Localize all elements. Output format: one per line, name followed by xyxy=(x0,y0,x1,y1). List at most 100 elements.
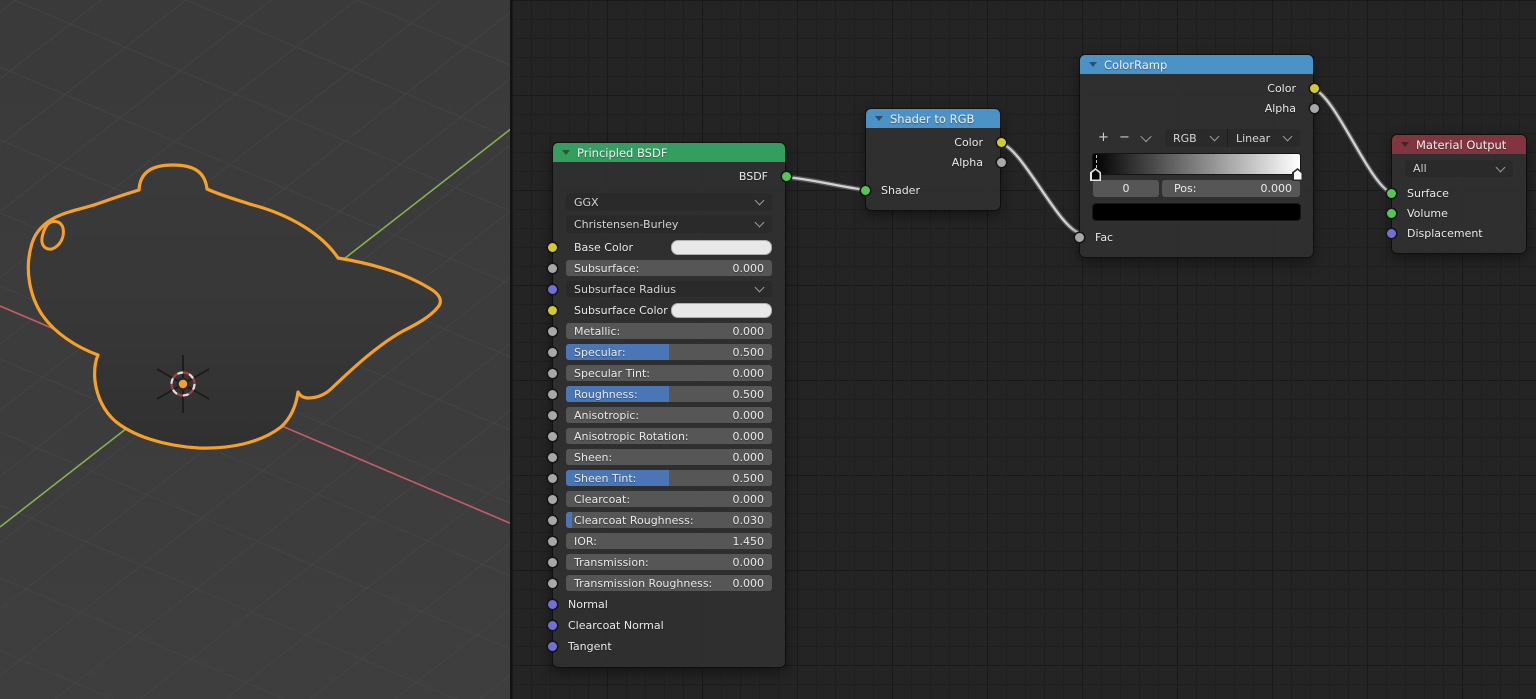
chevron-down-icon xyxy=(1210,132,1220,142)
socket-roughness[interactable] xyxy=(548,390,557,399)
socket-normal[interactable] xyxy=(548,600,557,609)
color-ramp-gradient[interactable] xyxy=(1093,154,1300,174)
slider-metallic[interactable]: Metallic:0.000 xyxy=(566,323,772,339)
node-title: Shader to RGB xyxy=(890,112,974,126)
slider-specular-tint[interactable]: Specular Tint:0.000 xyxy=(566,365,772,381)
remove-stop-button[interactable]: − xyxy=(1114,129,1135,147)
socket-volume[interactable] xyxy=(1387,209,1396,218)
node-header[interactable]: ColorRamp xyxy=(1080,55,1313,74)
socket-anisotropic-rotation[interactable] xyxy=(548,432,557,441)
label: IOR: xyxy=(566,535,733,548)
socket-shader[interactable] xyxy=(861,186,870,195)
value: 0.000 xyxy=(733,262,773,275)
slider-ior[interactable]: IOR:1.450 xyxy=(566,533,772,549)
slider-anisotropic[interactable]: Anisotropic:0.000 xyxy=(566,407,772,423)
select-ggx[interactable]: GGX xyxy=(566,193,772,211)
socket-clearcoat-roughness[interactable] xyxy=(548,516,557,525)
select-subsurface-radius[interactable]: Subsurface Radius xyxy=(566,281,772,297)
socket-subsurface[interactable] xyxy=(548,264,557,273)
socket-displacement[interactable] xyxy=(1387,229,1396,238)
socket-sheen-tint[interactable] xyxy=(548,474,557,483)
label: Tangent xyxy=(566,640,772,653)
color-subsurface-color[interactable]: Subsurface Color xyxy=(566,302,772,318)
slider-roughness[interactable]: Roughness:0.500 xyxy=(566,386,772,402)
socket-clearcoat-normal[interactable] xyxy=(548,621,557,630)
label: Sheen Tint: xyxy=(566,472,733,485)
slider-anisotropic-rotation[interactable]: Anisotropic Rotation:0.000 xyxy=(566,428,772,444)
ramp-stop-white[interactable] xyxy=(1292,168,1303,181)
node-header[interactable]: Material Output xyxy=(1392,135,1526,154)
stop-index-field[interactable]: 0 xyxy=(1093,180,1159,197)
color-base-color[interactable]: Base Color xyxy=(566,239,772,255)
plain-normal: Normal xyxy=(566,596,772,612)
socket-color[interactable] xyxy=(997,138,1006,147)
socket-ior[interactable] xyxy=(548,537,557,546)
socket-fac[interactable] xyxy=(1075,233,1084,242)
slider-clearcoat-roughness[interactable]: Clearcoat Roughness:0.030 xyxy=(566,512,772,528)
interpolation-select[interactable]: Linear xyxy=(1228,129,1300,147)
node-color-ramp[interactable]: ColorRamp ColorAlpha + − RGB Linear 0 Po… xyxy=(1080,55,1313,257)
socket-clearcoat[interactable] xyxy=(548,495,557,504)
node-shader-to-rgb[interactable]: Shader to RGB ColorAlpha Shader xyxy=(866,109,1000,210)
socket-subsurface-radius[interactable] xyxy=(548,285,557,294)
label: Alpha xyxy=(952,156,987,169)
socket-color[interactable] xyxy=(1310,84,1319,93)
socket-tangent[interactable] xyxy=(548,642,557,651)
socket-metallic[interactable] xyxy=(548,327,557,336)
stop-color-swatch[interactable] xyxy=(1093,204,1300,220)
socket-anisotropic[interactable] xyxy=(548,411,557,420)
socket-base-color[interactable] xyxy=(548,243,557,252)
collapse-triangle-icon[interactable] xyxy=(1089,62,1097,67)
output-target-select[interactable]: All xyxy=(1405,160,1513,177)
value: 0.000 xyxy=(733,577,773,590)
slider-subsurface[interactable]: Subsurface:0.000 xyxy=(566,260,772,276)
value: 0.000 xyxy=(733,367,773,380)
collapse-triangle-icon[interactable] xyxy=(562,150,570,155)
color-mode-select[interactable]: RGB xyxy=(1165,129,1228,147)
ramp-stop-black[interactable] xyxy=(1090,168,1101,181)
label: Transmission: xyxy=(566,556,733,569)
chevron-down-icon xyxy=(1283,132,1293,142)
label: Specular Tint: xyxy=(566,367,733,380)
3d-viewport[interactable] xyxy=(0,0,510,699)
socket-surface[interactable] xyxy=(1387,189,1396,198)
slider-transmission-roughness[interactable]: Transmission Roughness:0.000 xyxy=(566,575,772,591)
value: 0.030 xyxy=(733,514,773,527)
label: Surface xyxy=(1405,187,1513,200)
socket-sheen[interactable] xyxy=(548,453,557,462)
collapse-triangle-icon[interactable] xyxy=(1401,142,1409,147)
stop-position-slider[interactable]: Pos: 0.000 xyxy=(1162,180,1300,197)
target-value: All xyxy=(1405,162,1497,175)
collapse-triangle-icon[interactable] xyxy=(875,116,883,121)
label: Alpha xyxy=(1265,102,1300,115)
node-title: Principled BSDF xyxy=(577,146,667,160)
node-material-output[interactable]: Material Output All SurfaceVolumeDisplac… xyxy=(1392,135,1526,253)
select-christensen-burley[interactable]: Christensen-Burley xyxy=(566,215,772,233)
socket-specular[interactable] xyxy=(548,348,557,357)
ramp-options-button[interactable] xyxy=(1135,134,1156,142)
socket-bsdf[interactable] xyxy=(782,172,791,181)
node-principled-bsdf[interactable]: Principled BSDF BSDF GGXChristensen-Burl… xyxy=(553,143,785,667)
teapot-object[interactable] xyxy=(28,165,440,448)
socket-specular-tint[interactable] xyxy=(548,369,557,378)
add-stop-button[interactable]: + xyxy=(1093,129,1114,147)
plain-clearcoat-normal: Clearcoat Normal xyxy=(566,617,772,633)
label: Christensen-Burley xyxy=(566,218,756,231)
value: 0.500 xyxy=(733,388,773,401)
slider-transmission[interactable]: Transmission:0.000 xyxy=(566,554,772,570)
node-header[interactable]: Shader to RGB xyxy=(866,109,1000,128)
color-swatch[interactable] xyxy=(671,240,772,255)
slider-sheen[interactable]: Sheen:0.000 xyxy=(566,449,772,465)
slider-clearcoat[interactable]: Clearcoat:0.000 xyxy=(566,491,772,507)
pos-value: 0.000 xyxy=(1261,182,1301,195)
label: Roughness: xyxy=(566,388,733,401)
socket-alpha[interactable] xyxy=(997,158,1006,167)
socket-alpha[interactable] xyxy=(1310,104,1319,113)
slider-specular[interactable]: Specular:0.500 xyxy=(566,344,772,360)
socket-transmission[interactable] xyxy=(548,558,557,567)
color-swatch[interactable] xyxy=(671,303,772,318)
node-header[interactable]: Principled BSDF xyxy=(553,143,785,162)
slider-sheen-tint[interactable]: Sheen Tint:0.500 xyxy=(566,470,772,486)
socket-subsurface-color[interactable] xyxy=(548,306,557,315)
socket-transmission-roughness[interactable] xyxy=(548,579,557,588)
